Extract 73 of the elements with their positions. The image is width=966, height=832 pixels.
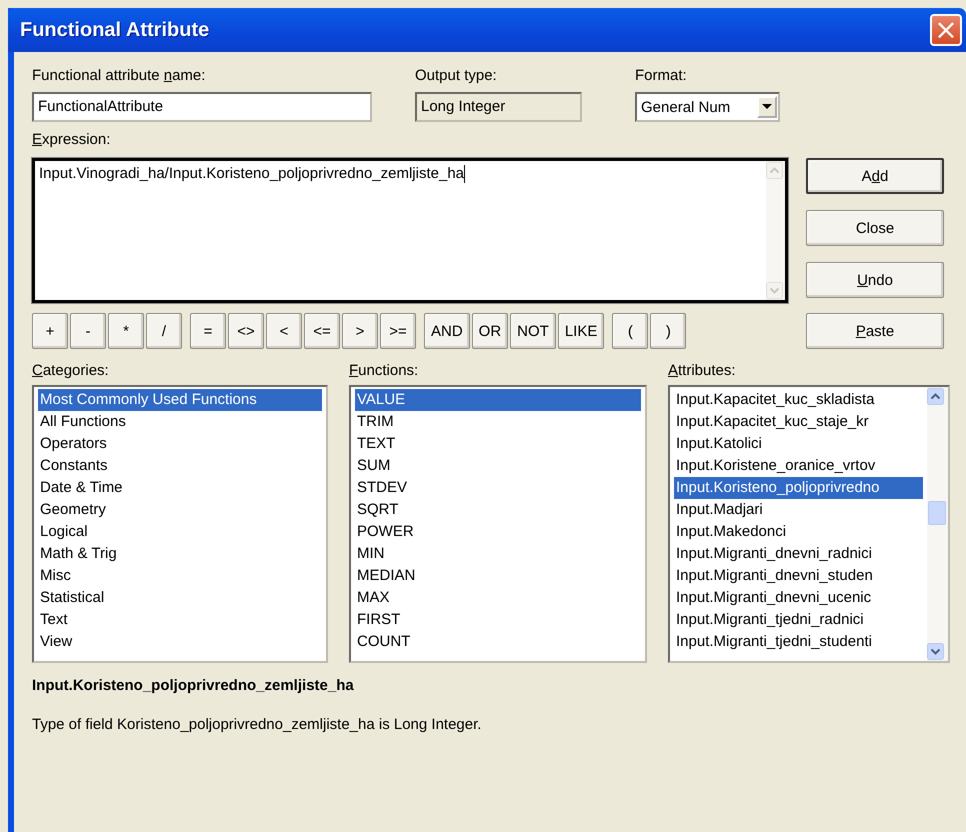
window-title: Functional Attribute — [20, 18, 210, 42]
operator-button[interactable]: - — [70, 313, 106, 349]
list-item[interactable]: Text — [38, 609, 322, 631]
operator-button[interactable]: <> — [228, 313, 264, 349]
list-item[interactable]: SUM — [355, 455, 641, 477]
attribute-name: Input.Koristeno_poljoprivredno_zemljiste_ha — [32, 677, 355, 694]
list-item[interactable]: All Functions — [38, 411, 322, 433]
operator-button[interactable]: ) — [650, 313, 686, 349]
scroll-thumb[interactable] — [928, 501, 946, 525]
list-item[interactable]: MEDIAN — [355, 565, 641, 587]
field-label: Output type: — [415, 66, 498, 86]
list-item[interactable]: Input.Migranti_tjedni_radnici — [674, 609, 923, 631]
list-item[interactable]: Logical — [38, 521, 322, 543]
operator-button[interactable]: NOT — [510, 313, 556, 349]
operator-button[interactable]: < — [266, 313, 302, 349]
dialog-button[interactable]: Undo — [806, 262, 944, 298]
list-item[interactable]: Operators — [38, 433, 322, 455]
list-item[interactable]: Input.Makedonci — [674, 521, 923, 543]
list-item[interactable]: Input.Migranti_dnevni_radnici — [674, 543, 923, 565]
format-dropdown[interactable]: General Num — [635, 92, 780, 122]
list-item[interactable]: Input.Katolici — [674, 433, 923, 455]
operator-button[interactable]: LIKE — [558, 313, 604, 349]
list-item[interactable]: View — [38, 631, 322, 653]
list-item[interactable]: POWER — [355, 521, 641, 543]
list-item[interactable]: Input.Migranti_tjedni_studenti — [674, 631, 923, 653]
list-item[interactable]: SQRT — [355, 499, 641, 521]
list-item[interactable]: Constants — [38, 455, 322, 477]
output-type-field: Long Integer — [415, 92, 582, 122]
list-item[interactable]: MIN — [355, 543, 641, 565]
text-cursor — [464, 165, 466, 184]
list-label: Functions: — [349, 361, 420, 381]
attribute-description: Type of field Koristeno_poljoprivredno_zemljiste_ha is Long Integer. — [32, 716, 482, 733]
operator-button[interactable]: <= — [304, 313, 340, 349]
list-item[interactable]: FIRST — [355, 609, 641, 631]
list-item[interactable]: Geometry — [38, 499, 322, 521]
list-item[interactable]: TEXT — [355, 433, 641, 455]
operator-button[interactable]: ( — [612, 313, 648, 349]
list-item[interactable]: Input.Koristene_oranice_vrtov — [674, 455, 923, 477]
list-label: Attributes: — [668, 361, 737, 381]
list-item[interactable]: STDEV — [355, 477, 641, 499]
list-item[interactable]: Statistical — [38, 587, 322, 609]
name-field[interactable]: FunctionalAttribute — [32, 92, 372, 122]
operator-button[interactable]: AND — [424, 313, 470, 349]
list-item[interactable]: Input.Kapacitet_kuc_staje_kr — [674, 411, 923, 433]
operator-button[interactable]: OR — [472, 313, 508, 349]
operator-button[interactable]: / — [146, 313, 182, 349]
expression-label: Expression: — [32, 130, 112, 150]
list-item[interactable]: Input.Migranti_dnevni_studen — [674, 565, 923, 587]
list-item[interactable]: Date & Time — [38, 477, 322, 499]
operator-button[interactable]: > — [342, 313, 378, 349]
list-item[interactable]: Input.Koristeno_poljoprivredno — [674, 477, 923, 499]
scroll-down-button[interactable] — [927, 643, 944, 660]
operator-button[interactable]: + — [32, 313, 68, 349]
list-label: Categories: — [32, 361, 110, 381]
field-label: Functional attribute name: — [32, 66, 206, 86]
scroll-up-button[interactable] — [927, 388, 944, 405]
list-item[interactable]: Misc — [38, 565, 322, 587]
paste-button[interactable]: Paste — [806, 313, 944, 349]
list-item[interactable]: MAX — [355, 587, 641, 609]
list-item[interactable]: Most Commonly Used Functions — [38, 389, 322, 411]
operator-button[interactable]: = — [190, 313, 226, 349]
list-item[interactable]: Input.Madjari — [674, 499, 923, 521]
operator-button[interactable]: * — [108, 313, 144, 349]
list-item[interactable]: Math & Trig — [38, 543, 322, 565]
list-item[interactable]: COUNT — [355, 631, 641, 653]
list-item[interactable]: Input.Migranti_dnevni_ucenic — [674, 587, 923, 609]
dialog-button[interactable]: Close — [806, 210, 944, 246]
operator-button[interactable]: >= — [380, 313, 416, 349]
dialog-button[interactable]: Add — [806, 158, 944, 194]
list-item[interactable]: Input.Kapacitet_kuc_skladista — [674, 389, 923, 411]
list-item[interactable]: VALUE — [355, 389, 641, 411]
field-label: Format: — [635, 66, 688, 86]
list-item[interactable]: TRIM — [355, 411, 641, 433]
